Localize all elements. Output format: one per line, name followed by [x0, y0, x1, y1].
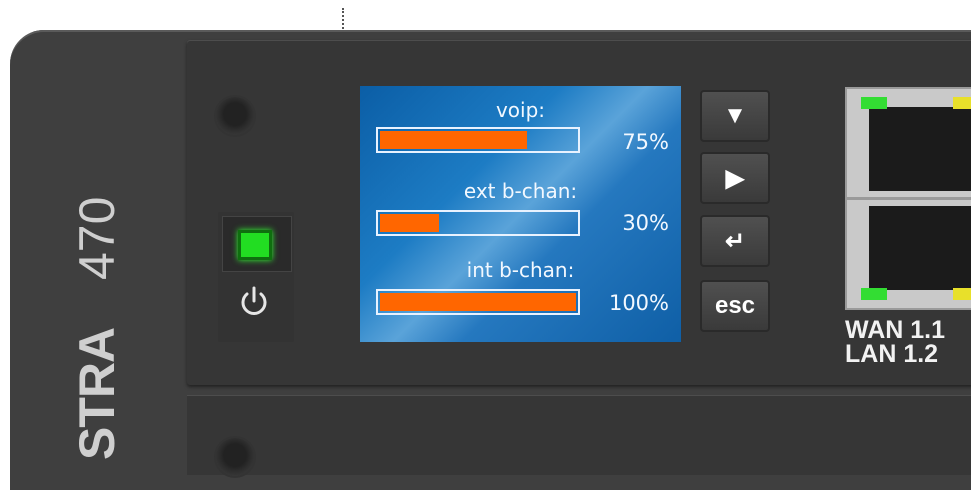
esc-button[interactable]: esc — [700, 280, 770, 332]
device-side-label: STRA 470 — [68, 197, 126, 460]
int-b-chan-usage-bar — [376, 289, 580, 315]
model-number: 470 — [69, 196, 125, 280]
down-arrow-icon: ▼ — [723, 102, 747, 129]
lan-port-socket — [869, 206, 971, 290]
lcd-status-display: voip: 75% ext b-chan: 30% int b-chan: 10… — [360, 86, 681, 342]
screw-icon — [216, 438, 254, 476]
voip-usage-fill — [380, 131, 527, 149]
lan-link-led — [861, 288, 887, 300]
voip-percent: 75% — [622, 130, 669, 154]
lan-ethernet-port[interactable] — [845, 198, 971, 310]
wan-activity-led — [953, 97, 971, 109]
ext-b-chan-usage-bar — [376, 210, 580, 236]
brand-text: STRA — [69, 327, 125, 460]
lan-port-label: LAN 1.2 — [845, 340, 939, 368]
enter-button[interactable]: ↵ — [700, 215, 770, 267]
int-b-chan-percent: 100% — [608, 291, 669, 315]
lower-module — [187, 395, 971, 475]
screw-icon — [216, 97, 254, 135]
down-arrow-button[interactable]: ▼ — [700, 90, 770, 142]
lan-activity-led — [953, 288, 971, 300]
ext-b-chan-percent: 30% — [622, 211, 669, 235]
wan-ethernet-port[interactable] — [845, 87, 971, 199]
wan-port-label: WAN 1.1 — [845, 316, 946, 344]
power-led-indicator — [238, 230, 272, 260]
wan-port-socket — [869, 107, 971, 191]
esc-label: esc — [714, 292, 756, 319]
right-arrow-icon: ▶ — [725, 164, 745, 192]
enter-icon: ↵ — [724, 227, 746, 255]
ext-b-chan-usage-fill — [380, 214, 439, 232]
power-icon[interactable] — [238, 284, 270, 318]
int-b-chan-label: int b-chan: — [466, 258, 575, 282]
voip-label: voip: — [495, 98, 546, 122]
ext-b-chan-label: ext b-chan: — [463, 179, 578, 203]
wan-link-led — [861, 97, 887, 109]
int-b-chan-usage-fill — [380, 293, 576, 311]
right-arrow-button[interactable]: ▶ — [700, 152, 770, 204]
voip-usage-bar — [376, 127, 580, 153]
